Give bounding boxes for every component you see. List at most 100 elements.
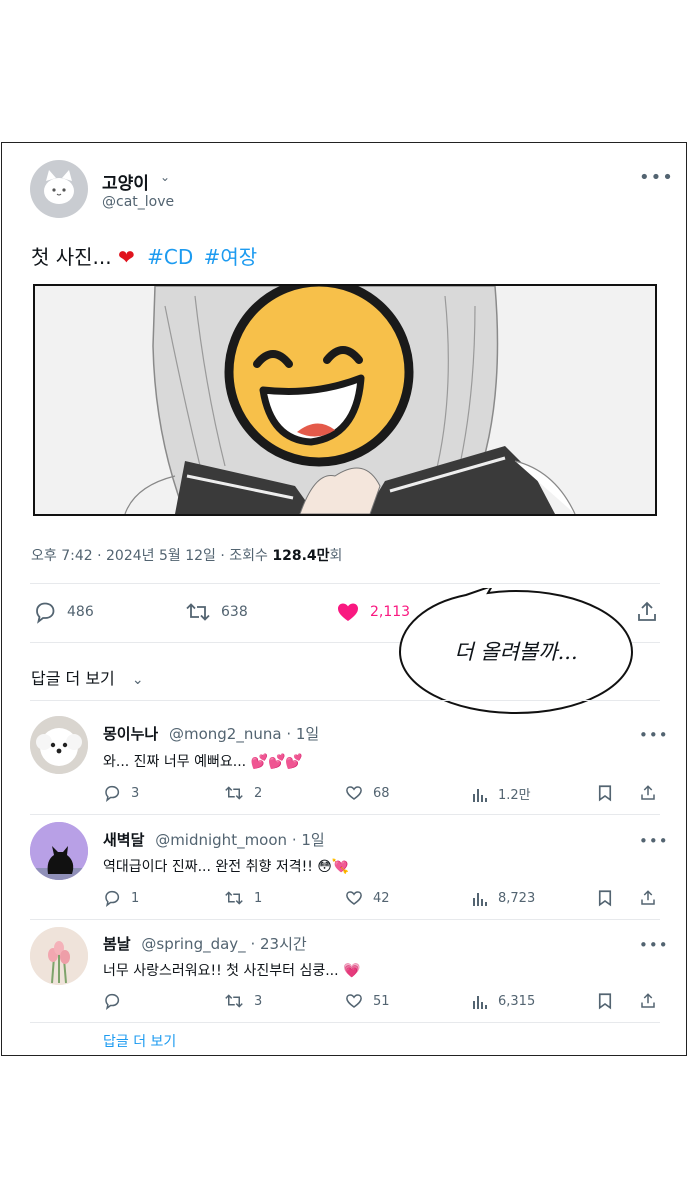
cat-avatar-icon — [44, 170, 74, 204]
like-count: 68 — [373, 785, 390, 801]
reply-text: 와... 진짜 너무 예뻐요... 💕💕💕 — [103, 754, 303, 770]
heart-outline-icon — [346, 786, 362, 800]
reply-author-name[interactable]: 새벽달 — [103, 831, 144, 849]
reply-action[interactable]: 1 — [103, 889, 139, 907]
like-count: 51 — [373, 993, 390, 1009]
views-suffix: 회 — [329, 548, 343, 564]
share-icon — [641, 785, 655, 800]
reply-header: 봄날 @spring_day_ · 23시간 — [103, 935, 307, 953]
reply-icon — [105, 785, 120, 802]
reply-header: 몽이누나 @mong2_nuna · 1일 — [103, 725, 320, 743]
divider — [30, 583, 660, 584]
reply-author-handle[interactable]: @midnight_moon — [155, 831, 287, 849]
reply-action[interactable]: 486 — [33, 600, 94, 624]
black-cat-avatar-icon — [30, 822, 88, 880]
tulip-avatar-icon — [30, 927, 88, 985]
tweet-main-text: 첫 사진... — [31, 245, 112, 269]
more-options-icon[interactable]: ••• — [639, 834, 669, 849]
retweet-count: 3 — [254, 993, 263, 1009]
share-icon — [641, 890, 655, 905]
retweet-action[interactable]: 3 — [224, 992, 262, 1010]
share-action[interactable] — [639, 889, 667, 907]
heart-outline-icon — [346, 891, 362, 905]
hashtag-cd[interactable]: #CD — [147, 245, 193, 269]
like-action[interactable]: 68 — [345, 784, 390, 802]
like-count: 42 — [373, 890, 390, 906]
views-label: 조회수 — [229, 548, 268, 564]
retweet-action[interactable]: 1 — [224, 889, 262, 907]
divider — [30, 1022, 660, 1023]
retweet-count: 638 — [221, 604, 248, 620]
views-action[interactable]: 1.2만 — [472, 784, 531, 803]
like-action[interactable]: 42 — [345, 889, 390, 907]
more-replies-link[interactable]: 답글 더 보기 — [103, 1031, 176, 1051]
retweet-icon — [225, 994, 243, 1008]
views-action[interactable]: 6,315 — [472, 992, 535, 1010]
author-name[interactable]: 고양이 — [102, 169, 149, 194]
chevron-down-icon: ⌄ — [131, 672, 144, 688]
reply-text: 너무 사랑스러워요!! 첫 사진부터 심쿵... 💗 — [103, 963, 361, 979]
heart-emoji: ❤ — [118, 245, 135, 269]
more-options-icon[interactable]: ••• — [639, 169, 674, 187]
tweet-panel: 고양이 ⌄ @cat_love ••• 첫 사진... ❤ #CD #여장 오후… — [1, 142, 687, 1056]
bookmark-icon — [598, 890, 612, 907]
retweet-count: 1 — [254, 890, 263, 906]
speech-bubble-text: 더 올려볼까... — [454, 640, 578, 664]
heart-outline-icon — [346, 994, 362, 1008]
reply-avatar-tulips[interactable] — [30, 927, 88, 985]
analytics-icon — [473, 893, 487, 906]
retweet-icon — [225, 891, 243, 905]
author-avatar[interactable] — [30, 160, 88, 218]
reply-author-handle[interactable]: @mong2_nuna — [169, 725, 282, 743]
views-action[interactable]: 8,723 — [472, 889, 535, 907]
reply-action[interactable] — [103, 992, 131, 1010]
bookmark-action[interactable] — [597, 784, 623, 802]
more-replies-label: 답글 더 보기 — [31, 669, 115, 688]
share-action[interactable] — [635, 600, 669, 624]
illustration-image — [35, 286, 655, 514]
like-action[interactable]: 51 — [345, 992, 390, 1010]
bookmark-icon — [598, 785, 612, 802]
share-action[interactable] — [639, 992, 667, 1010]
reply-author-handle[interactable]: @spring_day_ — [141, 935, 245, 953]
chevron-down-icon[interactable]: ⌄ — [160, 170, 170, 184]
reply-action[interactable]: 3 — [103, 784, 139, 802]
retweet-action[interactable]: 2 — [224, 784, 262, 802]
tweet-image[interactable] — [33, 284, 657, 516]
share-icon — [638, 601, 656, 621]
retweet-icon — [225, 786, 243, 800]
analytics-icon — [473, 788, 487, 802]
reply-header: 새벽달 @midnight_moon · 1일 — [103, 831, 325, 849]
more-options-icon[interactable]: ••• — [639, 938, 669, 953]
reply-icon — [36, 602, 55, 624]
divider — [30, 919, 660, 920]
reply-icon — [105, 890, 120, 907]
dog-avatar-icon — [30, 716, 88, 774]
divider — [30, 700, 660, 701]
divider — [30, 814, 660, 815]
retweet-action[interactable]: 638 — [185, 600, 248, 624]
reply-icon — [105, 993, 120, 1010]
reply-avatar-dog[interactable] — [30, 716, 88, 774]
analytics-icon — [473, 996, 487, 1009]
more-replies-header[interactable]: 답글 더 보기 ⌄ — [31, 665, 144, 689]
author-handle[interactable]: @cat_love — [102, 194, 174, 210]
more-options-icon[interactable]: ••• — [639, 728, 669, 743]
tweet-meta: 오후 7:42 · 2024년 5월 12일 · 조회수 128.4만회 — [31, 548, 343, 564]
share-action[interactable] — [639, 784, 667, 802]
views-count: 6,315 — [498, 993, 536, 1009]
hashtag-crossdress[interactable]: #여장 — [204, 245, 258, 269]
reply-avatar-cat[interactable] — [30, 822, 88, 880]
bookmark-action[interactable] — [597, 889, 623, 907]
bookmark-icon — [598, 993, 612, 1010]
retweet-icon — [186, 603, 210, 621]
reply-author-name[interactable]: 봄날 — [103, 935, 131, 953]
tweet-text: 첫 사진... ❤ #CD #여장 — [31, 241, 257, 270]
tweet-time: 오후 7:42 — [31, 548, 93, 564]
retweet-count: 2 — [254, 785, 263, 801]
reply-count: 1 — [131, 890, 140, 906]
bookmark-action[interactable] — [597, 992, 623, 1010]
heart-filled-icon — [338, 603, 358, 621]
reply-time: 23시간 — [260, 935, 307, 953]
reply-author-name[interactable]: 몽이누나 — [103, 725, 158, 743]
